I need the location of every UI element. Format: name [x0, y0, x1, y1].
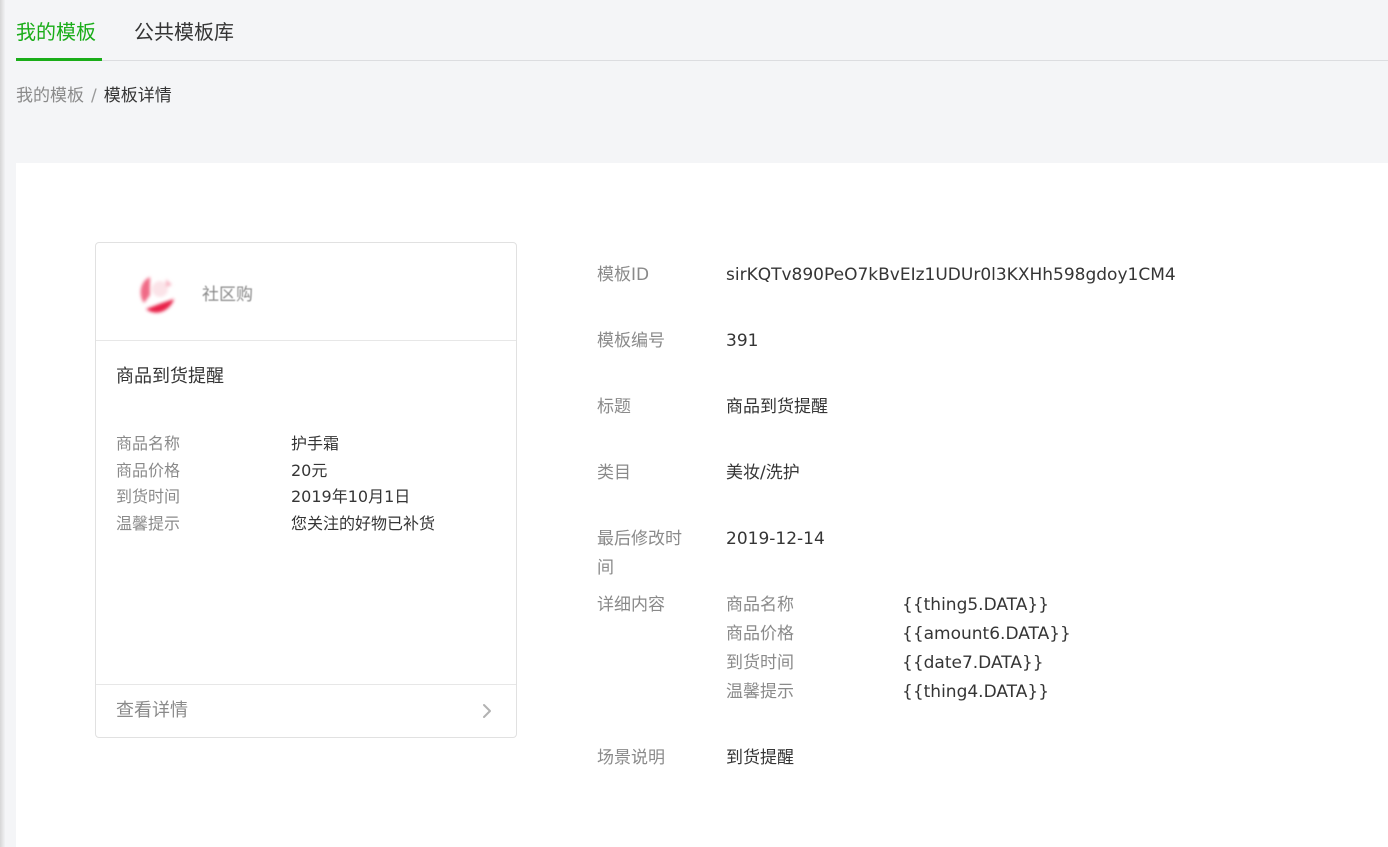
- detail-label: 类目: [597, 463, 631, 483]
- breadcrumb-current: 模板详情: [103, 86, 172, 106]
- preview-field-key: 温馨提示: [116, 513, 181, 533]
- view-details-link[interactable]: 查看详情: [96, 684, 516, 737]
- active-tab-indicator: [16, 58, 102, 61]
- keyword-name: 到货时间: [726, 653, 794, 673]
- preview-field-row: 到货时间 2019年10月1日: [116, 484, 496, 511]
- template-details: 模板ID sirKQTv890PeO7kBvEIz1UDUr0l3KXHh598…: [597, 163, 1357, 847]
- tab-bar: 我的模板 公共模板库: [16, 0, 1388, 61]
- preview-field-key: 商品名称: [116, 434, 181, 453]
- template-number-value: 391: [726, 331, 759, 351]
- preview-field-row: 温馨提示 您关注的好物已补货: [116, 511, 496, 538]
- preview-card-header: 社区购: [96, 243, 516, 341]
- view-details-label: 查看详情: [116, 700, 188, 721]
- chevron-right-icon: [483, 704, 491, 718]
- keyword-table: 商品名称 {{thing5.DATA}} 商品价格 {{amount6.DATA…: [726, 591, 1226, 707]
- preview-field-value: 2019年10月1日: [291, 487, 411, 506]
- detail-label: 标题: [597, 397, 631, 417]
- preview-field-value: 护手霜: [291, 434, 340, 453]
- preview-field-key: 到货时间: [116, 487, 181, 506]
- preview-field-row: 商品名称 护手霜: [116, 431, 496, 458]
- title-value: 商品到货提醒: [726, 397, 828, 417]
- preview-field-key: 商品价格: [116, 460, 181, 480]
- breadcrumb-separator: /: [91, 86, 97, 106]
- keyword-value: {{amount6.DATA}}: [902, 624, 1071, 644]
- keyword-name: 商品名称: [726, 595, 794, 615]
- tab-public-template-library[interactable]: 公共模板库: [134, 18, 244, 61]
- template-detail-panel: 社区购 商品到货提醒 商品名称 护手霜 商品价格 20元 到货时间 2019年1…: [16, 163, 1388, 847]
- window-edge: [0, 0, 5, 847]
- keyword-row: 商品价格 {{amount6.DATA}}: [726, 620, 1226, 649]
- category-value: 美妆/洗护: [726, 463, 800, 483]
- keyword-name: 商品价格: [726, 624, 794, 644]
- keyword-row: 温馨提示 {{thing4.DATA}}: [726, 678, 1226, 707]
- breadcrumb-my-templates-link[interactable]: 我的模板: [16, 86, 84, 106]
- template-id-value: sirKQTv890PeO7kBvEIz1UDUr0l3KXHh598gdoy1…: [726, 265, 1176, 285]
- detail-label: 最后修改时间: [597, 529, 682, 578]
- keyword-row: 商品名称 {{thing5.DATA}}: [726, 591, 1226, 620]
- keyword-value: {{thing4.DATA}}: [902, 682, 1050, 702]
- account-avatar: [140, 277, 174, 313]
- tab-my-templates-label: 我的模板: [16, 20, 96, 44]
- detail-label: 模板编号: [597, 331, 665, 351]
- keyword-name: 温馨提示: [726, 682, 794, 702]
- keyword-value: {{thing5.DATA}}: [902, 595, 1050, 615]
- tab-my-templates[interactable]: 我的模板: [16, 18, 102, 61]
- preview-card-fields: 商品名称 护手霜 商品价格 20元 到货时间 2019年10月1日 温馨提示 您…: [116, 431, 496, 537]
- scene-value: 到货提醒: [726, 748, 794, 768]
- message-preview-card: 社区购 商品到货提醒 商品名称 护手霜 商品价格 20元 到货时间 2019年1…: [95, 242, 517, 738]
- account-name: 社区购: [202, 285, 253, 305]
- detail-label: 详细内容: [597, 595, 665, 615]
- detail-label: 模板ID: [597, 265, 650, 285]
- keyword-value: {{date7.DATA}}: [902, 653, 1044, 673]
- preview-field-row: 商品价格 20元: [116, 458, 496, 485]
- breadcrumb: 我的模板 / 模板详情: [16, 84, 172, 108]
- last-modified-value: 2019-12-14: [726, 529, 825, 549]
- tab-public-template-library-label: 公共模板库: [134, 20, 234, 44]
- preview-field-value: 您关注的好物已补货: [291, 513, 436, 533]
- preview-card-title: 商品到货提醒: [116, 366, 224, 387]
- detail-label: 场景说明: [597, 748, 665, 768]
- keyword-row: 到货时间 {{date7.DATA}}: [726, 649, 1226, 678]
- preview-field-value: 20元: [291, 460, 328, 480]
